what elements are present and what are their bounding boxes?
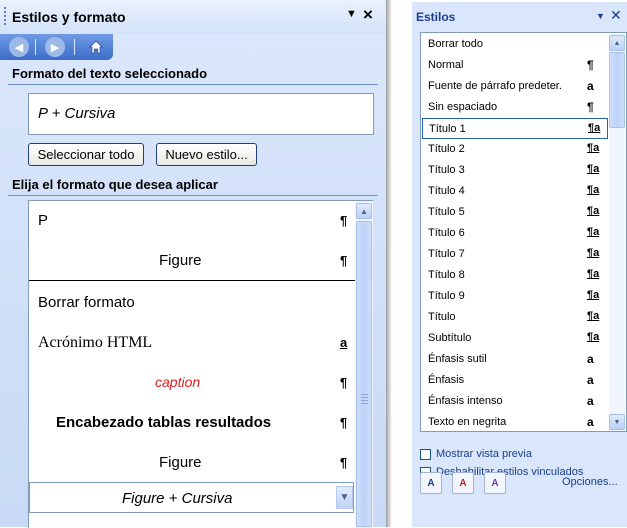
format-item-caption[interactable]: caption ¶ [29,363,356,403]
format-item-p[interactable]: P ¶ [29,201,356,241]
pane-menu-arrow-icon[interactable]: ▼ [346,8,357,20]
nav-divider [35,39,36,55]
style-item[interactable]: Título 8 ¶a [422,265,608,286]
format-list-scrollbar[interactable]: ▲ [355,200,373,528]
home-icon[interactable] [86,37,106,57]
new-style-icon[interactable]: A [420,472,442,494]
pane-shadow [386,0,392,527]
manage-styles-icon[interactable]: A [484,472,506,494]
styles-list-scrollbar[interactable]: ▲ ▼ [609,34,625,431]
format-item-results-table-heading[interactable]: Encabezado tablas resultados ¶ [29,403,356,443]
paragraph-mark-icon: ¶ [340,455,348,470]
scroll-up-icon[interactable]: ▲ [356,203,372,219]
paragraph-mark-icon: ¶ [340,253,348,268]
current-format-box: P + Cursiva [28,93,374,135]
navigation-bar: ◀ ▶ [0,34,113,60]
paragraph-mark-icon: ¶ [340,375,348,390]
new-style-button[interactable]: Nuevo estilo... [156,143,257,166]
selected-format-dropdown[interactable]: Figure + Cursiva ▼ [29,482,354,513]
format-item-figure[interactable]: Figure ¶ [29,241,356,281]
styles-formatting-pane: Estilos y formato ▼ × ◀ ▶ Formato del te… [0,0,386,528]
format-item-html-acronym[interactable]: Acrónimo HTML a [29,323,356,363]
style-item[interactable]: Énfasis a [422,370,608,391]
select-all-button[interactable]: Seleccionar todo [28,143,144,166]
style-item[interactable]: Énfasis intenso a [422,391,608,412]
options-link[interactable]: Opciones... [562,476,618,488]
thumb-grip [361,397,368,398]
styles-pane-title: Estilos [416,10,456,24]
section-divider [8,84,378,85]
character-mark-icon: a [340,335,348,350]
show-preview-label: Mostrar vista previa [436,448,532,460]
format-item-figure-2[interactable]: Figure ¶ [29,443,356,483]
style-item[interactable]: Normal ¶ [422,55,608,76]
pane-header: Estilos y formato ▼ × [0,0,386,34]
styles-pane: Estilos ▼ ✕ Borrar todo Normal ¶ Fuente d… [412,2,627,527]
section-divider [8,195,378,196]
apply-format-heading: Elija el formato que desea aplicar [12,177,218,192]
style-item[interactable]: Énfasis sutil a [422,349,608,370]
pane-title: Estilos y formato [12,9,126,25]
styles-list: Borrar todo Normal ¶ Fuente de párrafo pr… [420,32,627,432]
chevron-down-icon[interactable]: ▼ [336,486,353,509]
style-item[interactable]: Título 6 ¶a [422,223,608,244]
paragraph-mark-icon: ¶ [340,213,348,228]
thumb-grip [361,403,368,404]
style-inspector-icon[interactable]: A [452,472,474,494]
style-item[interactable]: Sin espaciado ¶ [422,97,608,118]
style-item[interactable]: Texto en negrita a [422,412,608,433]
style-item[interactable]: Título 5 ¶a [422,202,608,223]
forward-arrow-icon[interactable]: ▶ [45,37,65,57]
paragraph-mark-icon: ¶ [340,415,348,430]
style-item[interactable]: Título 3 ¶a [422,160,608,181]
thumb-grip [361,394,368,395]
style-item[interactable]: Borrar todo [422,34,608,55]
thumb-grip [361,400,368,401]
style-item-selected[interactable]: Título 1 ¶a [422,118,608,139]
format-item-clear[interactable]: Borrar formato [29,283,356,323]
scrollbar-thumb[interactable] [609,52,625,128]
scroll-up-icon[interactable]: ▲ [609,35,625,51]
selected-format-heading: Formato del texto seleccionado [12,66,208,81]
pane-close-icon[interactable]: × [363,5,373,25]
pane-grip-handle[interactable] [4,7,8,25]
pane-menu-arrow-icon[interactable]: ▼ [596,11,605,21]
close-icon[interactable]: ✕ [610,7,622,24]
style-item[interactable]: Subtítulo ¶a [422,328,608,349]
style-item[interactable]: Título 9 ¶a [422,286,608,307]
format-list: P ¶ Figure ¶ Borrar formato Acrónimo HTM… [28,200,356,528]
style-item[interactable]: Fuente de párrafo predeter. a [422,76,608,97]
style-item[interactable]: Título 7 ¶a [422,244,608,265]
show-preview-checkbox[interactable] [420,449,431,460]
style-item[interactable]: Título 4 ¶a [422,181,608,202]
style-item[interactable]: Título 2 ¶a [422,139,608,160]
scroll-down-icon[interactable]: ▼ [609,414,625,430]
style-item[interactable]: Título ¶a [422,307,608,328]
scrollbar-thumb[interactable] [356,221,372,527]
current-format-text: P + Cursiva [38,105,116,122]
back-arrow-icon[interactable]: ◀ [9,37,29,57]
nav-divider [74,39,75,55]
